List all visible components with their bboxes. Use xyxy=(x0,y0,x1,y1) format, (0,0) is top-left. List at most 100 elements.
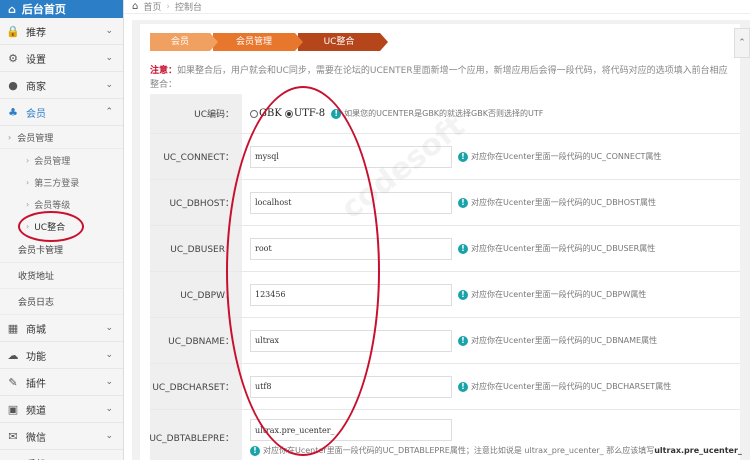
field-label: UC_DBCHARSET： xyxy=(150,364,242,409)
radio-utf8-label[interactable]: UTF-8 xyxy=(294,108,325,119)
wrench-icon: ✎ xyxy=(8,375,18,389)
notice-body: 如果整合后，用户就会和UC同步，需要在论坛的UCENTER里面新增一个应用，新增… xyxy=(150,66,728,90)
sidebar-subsubitem-label: 第三方登录 xyxy=(34,178,80,189)
user-icon: ● xyxy=(8,78,18,92)
field-hint: ! 对应你在Ucenter里面一段代码的UC_DBCHARSET属性 xyxy=(458,381,671,392)
form-row-encoding: UC编码： GBK UTF-8 ! 如果您的UCENTER是GBK的就选择GBK… xyxy=(150,94,740,134)
field-hint: ! 对应你在Ucenter里面一段代码的UC_DBTABLEPRE属性；注意比如… xyxy=(250,445,742,456)
field-label: UC_DBNAME： xyxy=(150,318,242,363)
field-hint: ! 对应你在Ucenter里面一段代码的UC_DBUSER属性 xyxy=(458,243,655,254)
breadcrumb: ⌂ 首页 › 控制台 xyxy=(124,0,750,14)
sidebar-subsubitem-third-party-login[interactable]: › 第三方登录 xyxy=(0,171,123,193)
uc-connect-input[interactable] xyxy=(250,145,452,168)
form-row-uc-dbtablepre: UC_DBTABLEPRE： ! 对应你在Ucenter里面一段代码的UC_DB… xyxy=(149,410,742,460)
hint-text: 对应你在Ucenter里面一段代码的UC_DBUSER属性 xyxy=(471,244,656,253)
step-member-management[interactable]: 会员管理 xyxy=(213,33,303,51)
field-hint: ! 对应你在Ucenter里面一段代码的UC_CONNECT属性 xyxy=(458,151,661,162)
info-icon: ! xyxy=(458,243,468,254)
field-hint: ! 对应你在Ucenter里面一段代码的UC_DBHOST属性 xyxy=(458,197,656,208)
sidebar-item-settings[interactable]: ⚙ 设置 ⌄ xyxy=(0,45,123,72)
sidebar-item-channel[interactable]: ▣ 频道 ⌄ xyxy=(0,396,123,423)
sidebar-item-merchant[interactable]: ● 商家 ⌄ xyxy=(0,72,123,99)
field-label: UC_DBHOST： xyxy=(150,180,242,225)
chevron-down-icon: ⌄ xyxy=(105,323,113,333)
sidebar-item-label: 微信 xyxy=(26,432,46,444)
sidebar-subitem-member-management[interactable]: › 会员管理 xyxy=(0,126,123,149)
sidebar-subsubitem-member-level[interactable]: › 会员等级 xyxy=(0,193,123,215)
field-label: UC_DBUSER： xyxy=(150,226,242,271)
sidebar-item-mobile[interactable]: ▯ 手机 ⌄ xyxy=(0,450,123,460)
form-row-uc-dbcharset: UC_DBCHARSET： ! 对应你在Ucenter里面一段代码的UC_DBC… xyxy=(150,364,740,410)
sidebar-item-label: 商家 xyxy=(26,81,46,93)
field-hint: ! 对应你在Ucenter里面一段代码的UC_DBNAME属性 xyxy=(458,335,657,346)
home-icon[interactable]: ⌂ xyxy=(132,1,138,12)
sidebar-item-label: 功能 xyxy=(26,351,46,363)
caret-right-icon: › xyxy=(8,132,12,142)
info-icon: ! xyxy=(458,335,468,346)
chevron-down-icon: ⌄ xyxy=(105,53,113,63)
caret-right-icon: › xyxy=(26,199,30,209)
encoding-radio-group: GBK UTF-8 xyxy=(250,108,325,119)
field-cell: ! 对应你在Ucenter里面一段代码的UC_CONNECT属性 xyxy=(242,134,740,179)
sidebar-item-member[interactable]: ♣ 会员 ⌃ xyxy=(0,99,123,126)
sidebar-item-function[interactable]: ☁ 功能 ⌄ xyxy=(0,342,123,369)
form-row-uc-dbhost: UC_DBHOST： ! 对应你在Ucenter里面一段代码的UC_DBHOST… xyxy=(150,180,740,226)
hint-text: 对应你在Ucenter里面一段代码的UC_DBCHARSET属性 xyxy=(471,382,672,391)
hint-text: 对应你在Ucenter里面一段代码的UC_DBHOST属性 xyxy=(471,198,656,207)
chevron-down-icon: ⌄ xyxy=(105,377,113,387)
sidebar-item-mall[interactable]: ▦ 商城 ⌄ xyxy=(0,315,123,342)
radio-gbk[interactable] xyxy=(250,109,258,118)
phone-icon: ▯ xyxy=(6,457,20,460)
notice-text: 注意：如果整合后，用户就会和UC同步，需要在论坛的UCENTER里面新增一个应用… xyxy=(150,64,735,92)
uc-dbuser-input[interactable] xyxy=(250,237,452,260)
info-icon: ! xyxy=(250,445,260,456)
sidebar-item-label: 会员 xyxy=(26,108,46,120)
sidebar-item-recommend[interactable]: 🔒 推荐 ⌄ xyxy=(0,18,123,45)
sidebar-item-wechat[interactable]: ✉ 微信 ⌄ xyxy=(0,423,123,450)
radio-gbk-label[interactable]: GBK xyxy=(259,108,282,119)
sidebar-item-label: 商城 xyxy=(26,324,46,336)
uc-dbpw-input[interactable] xyxy=(250,283,452,306)
image-icon: ▣ xyxy=(7,402,19,416)
field-label: UC_CONNECT： xyxy=(150,134,242,179)
step-uc-integration[interactable]: UC整合 xyxy=(298,33,388,51)
uc-dbtablepre-input[interactable] xyxy=(250,419,452,441)
breadcrumb-home[interactable]: 首页 xyxy=(143,0,161,13)
info-icon: ! xyxy=(458,151,468,162)
info-icon: ! xyxy=(458,289,468,300)
field-cell: ! 对应你在Ucenter里面一段代码的UC_DBPW属性 xyxy=(242,272,740,317)
sidebar-item-label: 设置 xyxy=(26,54,46,66)
field-cell: ! 对应你在Ucenter里面一段代码的UC_DBTABLEPRE属性；注意比如… xyxy=(242,410,742,460)
sidebar: ⌂ 后台首页 🔒 推荐 ⌄ ⚙ 设置 ⌄ ● 商家 ⌄ ♣ 会员 ⌃ › 会员管… xyxy=(0,0,124,460)
sidebar-item-member-card[interactable]: 会员卡管理 xyxy=(0,237,123,263)
radio-utf8[interactable] xyxy=(284,109,293,118)
cloud-icon: ☁ xyxy=(7,348,19,362)
uc-dbcharset-input[interactable] xyxy=(250,375,452,398)
sidebar-home-link[interactable]: ⌂ 后台首页 xyxy=(0,0,123,18)
chevron-down-icon: ⌄ xyxy=(105,80,113,90)
collapse-toggle-icon[interactable]: ⌃ xyxy=(734,28,750,58)
gear-icon: ⚙ xyxy=(8,51,18,65)
home-icon: ⌂ xyxy=(8,2,16,16)
sidebar-subsubitem-uc-integration[interactable]: › UC整合 xyxy=(0,215,123,237)
sidebar-item-label: 手机 xyxy=(26,456,105,460)
field-label: UC编码： xyxy=(150,94,242,133)
form-row-uc-dbpw: UC_DBPW： ! 对应你在Ucenter里面一段代码的UC_DBPW属性 xyxy=(150,272,740,318)
sidebar-item-address[interactable]: 收货地址 xyxy=(0,263,123,289)
sidebar-subsubitem-member-list[interactable]: › 会员管理 xyxy=(0,149,123,171)
hint-text: 对应你在Ucenter里面一段代码的UC_CONNECT属性 xyxy=(471,152,662,161)
grid-icon: ▦ xyxy=(7,321,19,335)
uc-dbname-input[interactable] xyxy=(250,329,452,352)
chevron-up-icon: ⌃ xyxy=(105,107,113,117)
hint-bold-value: ultrax.pre_ucenter_ xyxy=(654,446,742,455)
sidebar-item-plugin[interactable]: ✎ 插件 ⌄ xyxy=(0,369,123,396)
info-icon: ! xyxy=(331,108,342,119)
uc-dbhost-input[interactable] xyxy=(250,191,452,214)
sidebar-item-label: 插件 xyxy=(26,378,46,390)
content-panel: 会员 会员管理 UC整合 注意：如果整合后，用户就会和UC同步，需要在论坛的UC… xyxy=(140,24,742,460)
chevron-down-icon: ⌄ xyxy=(105,404,113,414)
step-member[interactable]: 会员 xyxy=(150,33,218,51)
form-row-uc-dbuser: UC_DBUSER： ! 对应你在Ucenter里面一段代码的UC_DBUSER… xyxy=(150,226,740,272)
sidebar-item-member-log[interactable]: 会员日志 xyxy=(0,289,123,315)
main-content: 会员 会员管理 UC整合 注意：如果整合后，用户就会和UC同步，需要在论坛的UC… xyxy=(132,20,750,460)
